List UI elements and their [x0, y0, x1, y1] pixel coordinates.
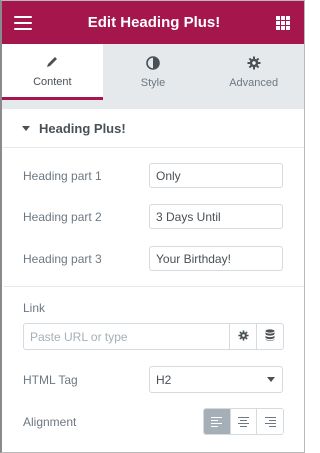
html-tag-label: HTML Tag — [23, 373, 78, 387]
hamburger-menu-icon[interactable] — [14, 15, 32, 30]
panel-title: Edit Heading Plus! — [87, 14, 221, 31]
html-tag-value: H2 — [156, 372, 172, 387]
divider — [4, 286, 304, 287]
align-left-icon — [211, 416, 223, 427]
align-center-icon — [238, 416, 249, 427]
tab-style[interactable]: Style — [103, 44, 204, 100]
pencil-icon — [45, 54, 59, 70]
tab-advanced[interactable]: Advanced — [203, 44, 304, 100]
heading-part-1-label: Heading part 1 — [23, 169, 102, 183]
gear-icon — [237, 328, 249, 346]
align-right-icon — [264, 416, 276, 427]
heading-part-3-input[interactable]: Your Birthday! — [149, 246, 283, 271]
section-title: Heading Plus! — [39, 120, 126, 136]
chevron-down-icon — [267, 377, 275, 382]
link-input[interactable]: Paste URL or type — [24, 324, 229, 349]
editor-panel: Edit Heading Plus! Content Style Advance… — [0, 0, 305, 453]
panel-tabs: Content Style Advanced — [2, 44, 304, 100]
caret-down-icon — [22, 125, 30, 131]
heading-part-3-label: Heading part 3 — [23, 252, 102, 266]
tab-label: Style — [140, 77, 166, 89]
dynamic-tags-button[interactable] — [256, 324, 283, 349]
link-settings-button[interactable] — [229, 324, 256, 349]
heading-part-2-label: Heading part 2 — [23, 210, 102, 224]
align-center-button[interactable] — [229, 409, 257, 434]
html-tag-select[interactable]: H2 — [149, 366, 283, 393]
tabs-gap — [2, 100, 304, 109]
apps-grid-icon[interactable] — [275, 15, 290, 30]
link-control: Paste URL or type — [23, 323, 284, 350]
gear-icon — [247, 55, 261, 71]
tab-content[interactable]: Content — [2, 44, 103, 100]
heading-part-1-input[interactable]: Only — [149, 163, 283, 188]
alignment-label: Alignment — [23, 415, 77, 429]
section-heading[interactable]: Heading Plus! — [2, 109, 304, 148]
alignment-control — [203, 408, 284, 435]
align-left-button[interactable] — [204, 409, 230, 434]
heading-part-2-input[interactable]: 3 Days Until — [149, 204, 283, 229]
tab-label: Content — [33, 75, 72, 88]
database-icon — [265, 328, 275, 346]
half-circle-icon — [146, 55, 160, 71]
tab-label: Advanced — [229, 77, 279, 89]
align-right-button[interactable] — [256, 409, 283, 434]
link-label: Link — [23, 301, 46, 315]
panel-header: Edit Heading Plus! — [2, 1, 304, 44]
